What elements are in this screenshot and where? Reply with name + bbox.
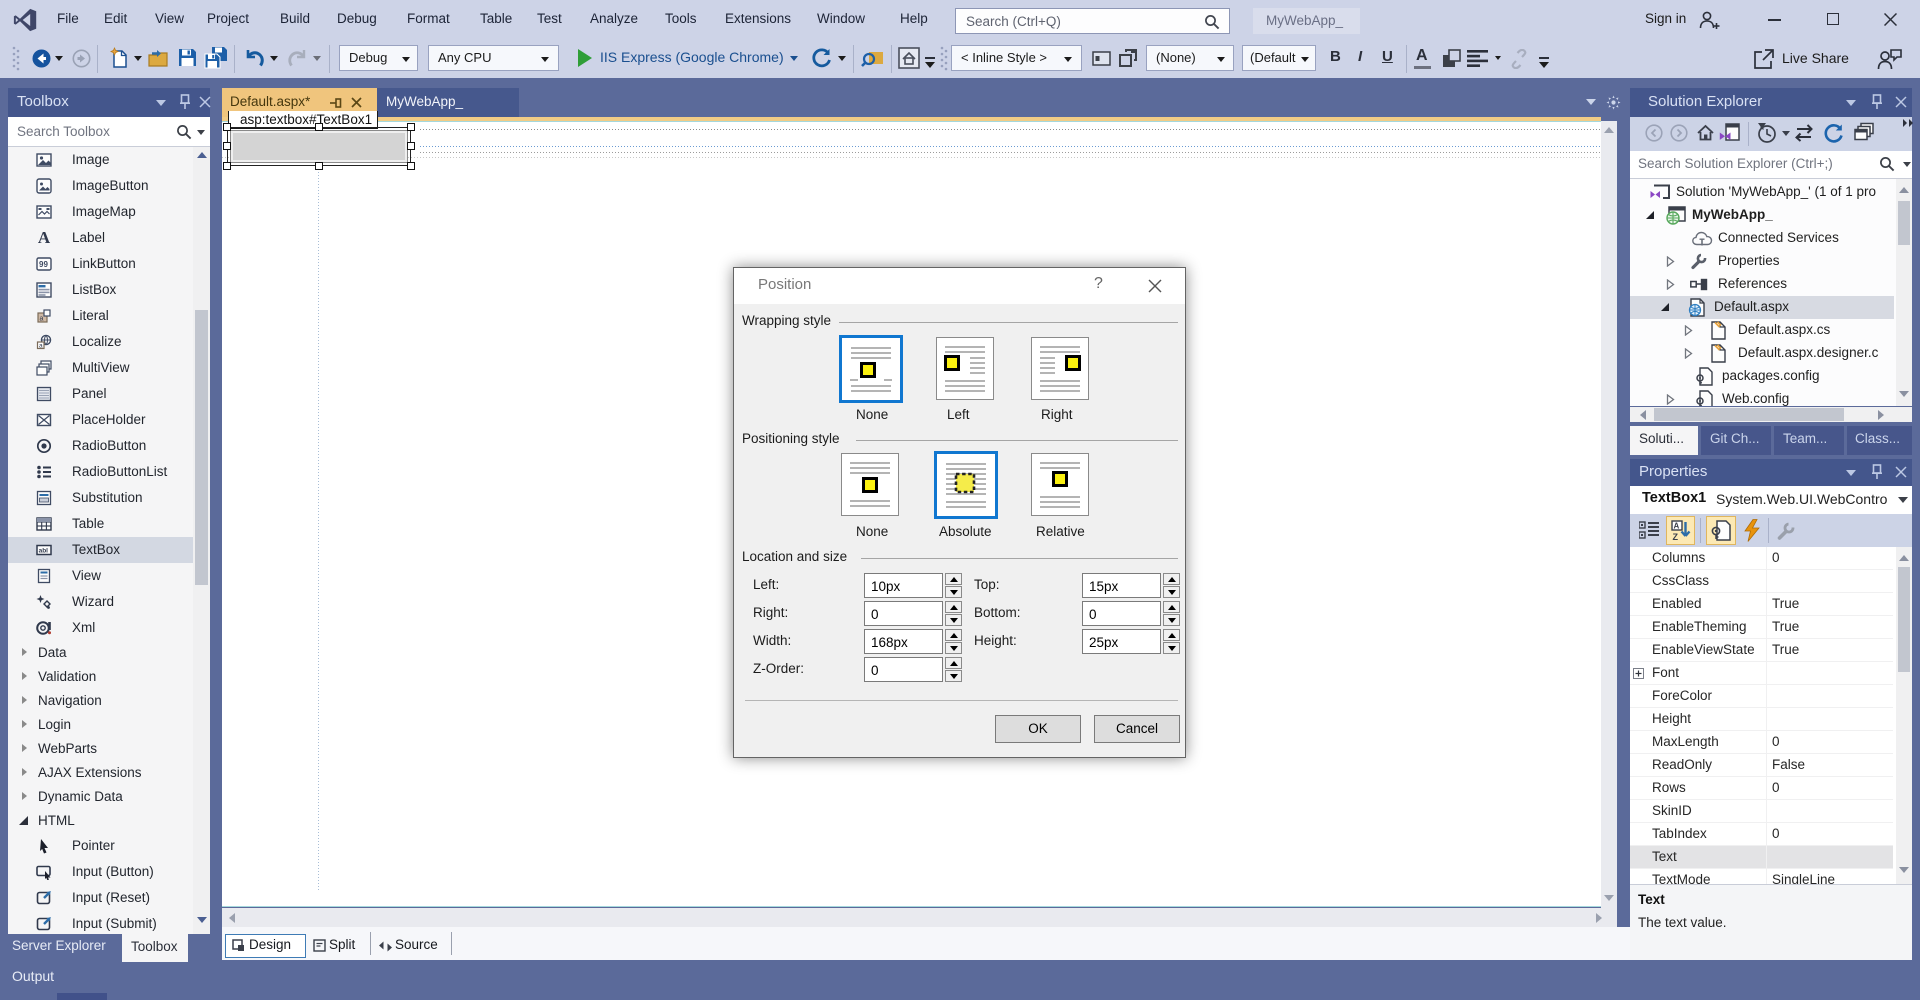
svg-text:Z: Z <box>1673 532 1679 541</box>
svg-text:a: a <box>40 316 44 323</box>
svg-text:A: A <box>1674 522 1680 531</box>
svg-text:a: a <box>39 343 43 350</box>
svg-text:99: 99 <box>39 260 48 269</box>
svg-text:abl: abl <box>39 548 49 555</box>
